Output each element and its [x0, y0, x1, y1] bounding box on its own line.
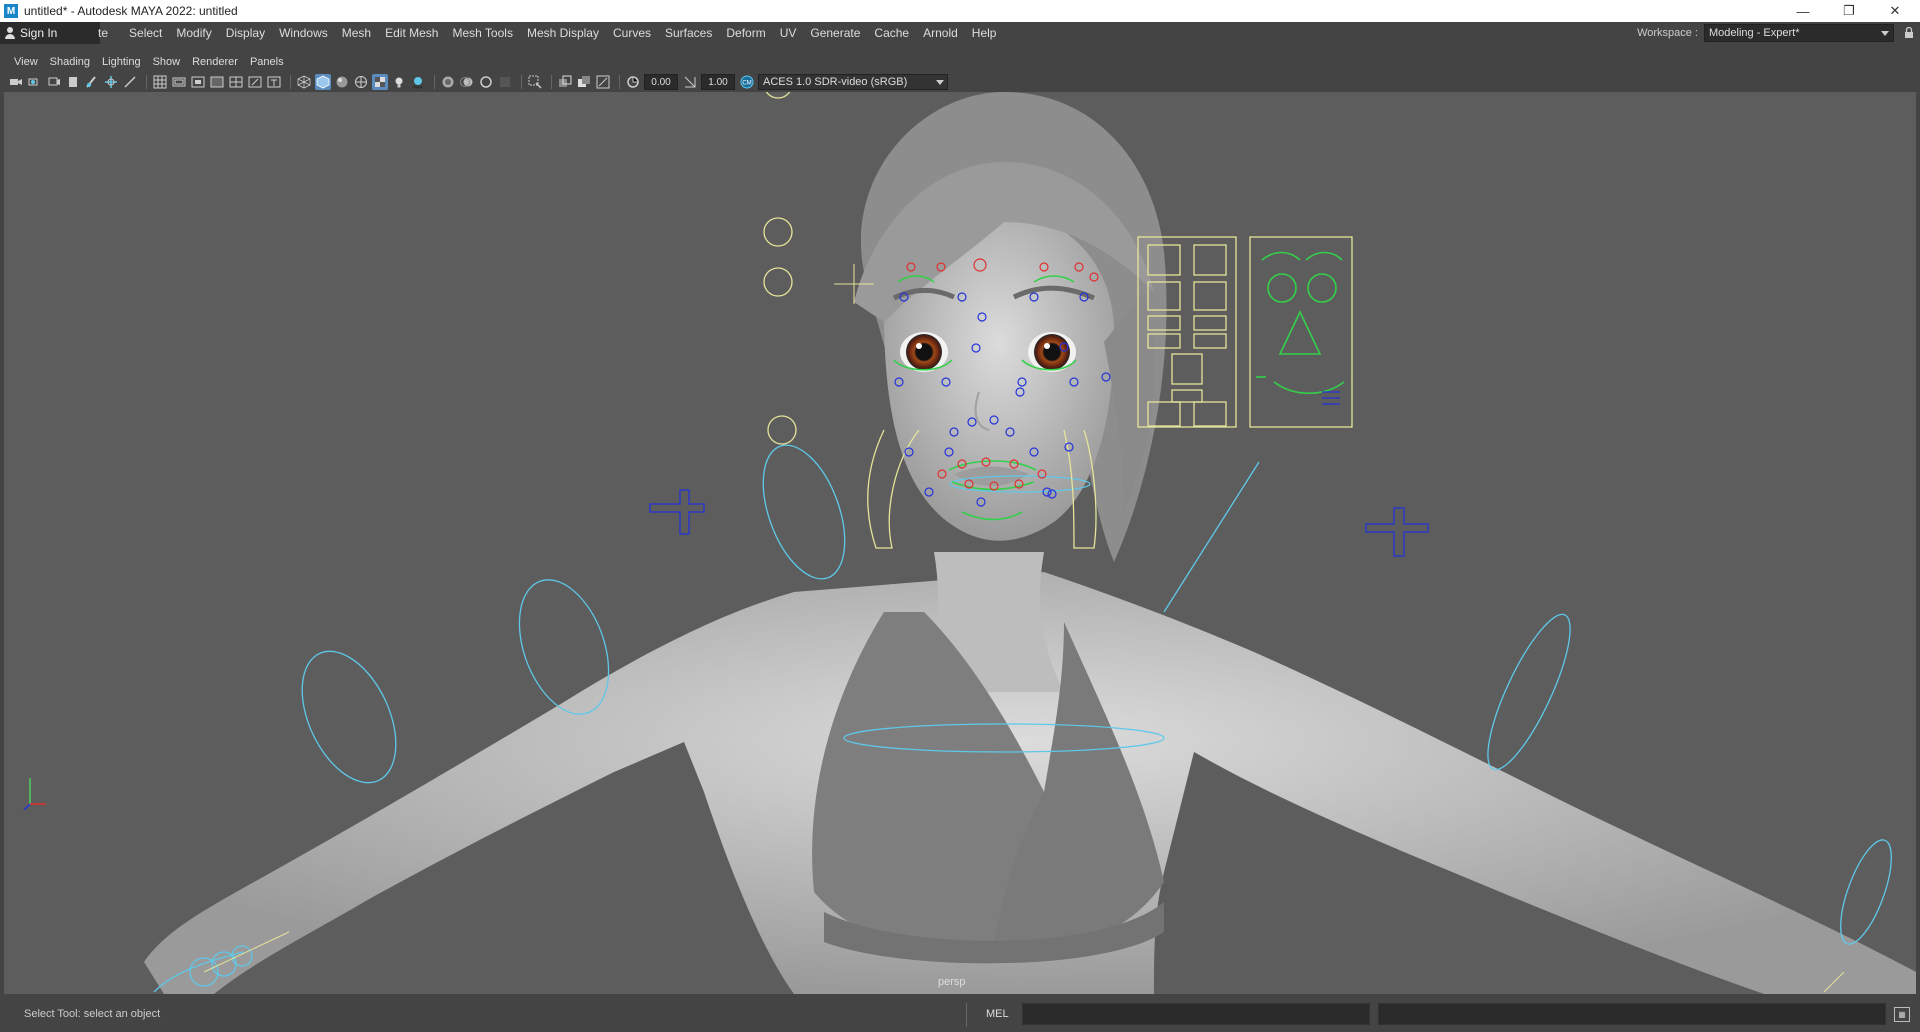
panel-menu-shading[interactable]: Shading — [44, 56, 96, 68]
menu-help[interactable]: Help — [965, 26, 1004, 40]
toolbar-separator — [521, 75, 522, 89]
resolution-gate-icon[interactable] — [190, 74, 206, 90]
use-all-lights-icon[interactable] — [391, 74, 407, 90]
safe-title-icon[interactable] — [266, 74, 282, 90]
character-body[interactable] — [144, 552, 1916, 994]
sign-in-label: Sign In — [20, 26, 58, 40]
grease-pencil-tool-icon[interactable] — [122, 74, 138, 90]
grease-pencil-icon[interactable] — [84, 74, 100, 90]
gamma-icon[interactable] — [682, 74, 698, 90]
workspace-selector: Workspace : Modeling - Expert* — [1637, 22, 1920, 44]
main-menu-bar: Sign In te Select Modify Display Windows… — [0, 22, 1920, 44]
workspace-dropdown[interactable]: Modeling - Expert* — [1704, 24, 1894, 42]
command-result-field — [1378, 1003, 1886, 1025]
textured-icon[interactable] — [372, 74, 388, 90]
workspace-label: Workspace : — [1637, 27, 1698, 39]
scene-render — [23, 92, 1916, 994]
viewport-toolbar: 0.00 1.00 CM ACES 1.0 SDR-video (sRGB) — [0, 72, 1920, 92]
panel-menu-renderer[interactable]: Renderer — [186, 56, 244, 68]
panel-menu-panels[interactable]: Panels — [244, 56, 290, 68]
toolbar-separator — [551, 75, 552, 89]
exposure-icon[interactable] — [625, 74, 641, 90]
screen-space-ao-icon[interactable] — [440, 74, 456, 90]
window-title: untitled* - Autodesk MAYA 2022: untitled — [24, 4, 238, 18]
menu-uv[interactable]: UV — [773, 26, 804, 40]
help-line: Select Tool: select an object MEL ▦ — [0, 997, 1920, 1032]
multisample-aa-icon[interactable] — [478, 74, 494, 90]
menu-edit-mesh[interactable]: Edit Mesh — [378, 26, 445, 40]
panel-menu-bar: View Shading Lighting Show Renderer Pane… — [0, 52, 1920, 72]
panel-menu-lighting[interactable]: Lighting — [96, 56, 147, 68]
view-transform-value: ACES 1.0 SDR-video (sRGB) — [763, 76, 908, 88]
depth-of-field-icon[interactable] — [497, 74, 513, 90]
camera-attributes-icon[interactable] — [27, 74, 43, 90]
menu-item-partial[interactable]: te — [98, 26, 122, 40]
2d-pan-zoom-icon[interactable] — [103, 74, 119, 90]
field-chart-icon[interactable] — [228, 74, 244, 90]
workspace-value: Modeling - Expert* — [1709, 27, 1800, 39]
menu-mesh-display[interactable]: Mesh Display — [520, 26, 606, 40]
default-material-icon[interactable] — [334, 74, 350, 90]
user-icon — [4, 27, 16, 39]
gate-mask-icon[interactable] — [209, 74, 225, 90]
restore-icon[interactable]: ❐ — [1826, 0, 1872, 22]
toolbar-separator — [434, 75, 435, 89]
dropdown-arrow-icon — [936, 80, 944, 85]
title-bar: M untitled* - Autodesk MAYA 2022: untitl… — [0, 0, 1920, 22]
grid-icon[interactable] — [152, 74, 168, 90]
smooth-shade-icon[interactable] — [315, 74, 331, 90]
command-line-input[interactable] — [1022, 1003, 1370, 1025]
wireframe-on-shaded-icon[interactable] — [353, 74, 369, 90]
menu-cache[interactable]: Cache — [867, 26, 916, 40]
toolbar-separator — [146, 75, 147, 89]
minimize-icon[interactable]: — — [1780, 0, 1826, 22]
exposure-field[interactable]: 0.00 — [644, 74, 678, 90]
wireframe-icon[interactable] — [296, 74, 312, 90]
menu-generate[interactable]: Generate — [803, 26, 867, 40]
perspective-viewport[interactable]: persp — [4, 92, 1916, 994]
script-editor-icon[interactable]: ▦ — [1894, 1007, 1910, 1022]
menu-display[interactable]: Display — [219, 26, 272, 40]
xray-icon[interactable] — [557, 74, 573, 90]
dropdown-arrow-icon — [1881, 31, 1889, 36]
shadows-icon[interactable] — [410, 74, 426, 90]
bookmarks-icon[interactable] — [46, 74, 62, 90]
camera-name-label: persp — [938, 976, 966, 988]
image-plane-icon[interactable] — [65, 74, 81, 90]
axis-gizmo — [23, 778, 46, 811]
maya-app-icon: M — [4, 4, 18, 18]
menu-mesh[interactable]: Mesh — [335, 26, 378, 40]
panel-menu-show[interactable]: Show — [147, 56, 187, 68]
menu-modify[interactable]: Modify — [169, 26, 218, 40]
panel-menu-view[interactable]: View — [8, 56, 44, 68]
xray-active-components-icon[interactable] — [576, 74, 592, 90]
lock-icon[interactable] — [1898, 24, 1920, 42]
toolbar-separator — [619, 75, 620, 89]
menu-windows[interactable]: Windows — [272, 26, 335, 40]
mel-label[interactable]: MEL — [986, 1008, 1009, 1020]
select-camera-icon[interactable] — [8, 74, 24, 90]
sign-in-button[interactable]: Sign In — [0, 22, 100, 44]
xray-joints-icon[interactable] — [595, 74, 611, 90]
film-gate-icon[interactable] — [171, 74, 187, 90]
help-text: Select Tool: select an object — [24, 1008, 161, 1020]
menu-select[interactable]: Select — [122, 26, 169, 40]
gamma-field[interactable]: 1.00 — [701, 74, 735, 90]
close-icon[interactable]: ✕ — [1872, 0, 1918, 22]
isolate-select-icon[interactable] — [527, 74, 543, 90]
view-transform-dropdown[interactable]: ACES 1.0 SDR-video (sRGB) — [758, 74, 948, 90]
color-management-icon[interactable]: CM — [739, 74, 755, 90]
svg-text:CM: CM — [742, 81, 751, 87]
menu-surfaces[interactable]: Surfaces — [658, 26, 719, 40]
menu-mesh-tools[interactable]: Mesh Tools — [445, 26, 519, 40]
menu-items: te Select Modify Display Windows Mesh Ed… — [98, 22, 1003, 44]
toolbar-separator — [290, 75, 291, 89]
status-divider — [966, 1003, 967, 1027]
motion-blur-icon[interactable] — [459, 74, 475, 90]
menu-arnold[interactable]: Arnold — [916, 26, 965, 40]
safe-action-icon[interactable] — [247, 74, 263, 90]
menu-deform[interactable]: Deform — [719, 26, 772, 40]
menu-curves[interactable]: Curves — [606, 26, 658, 40]
